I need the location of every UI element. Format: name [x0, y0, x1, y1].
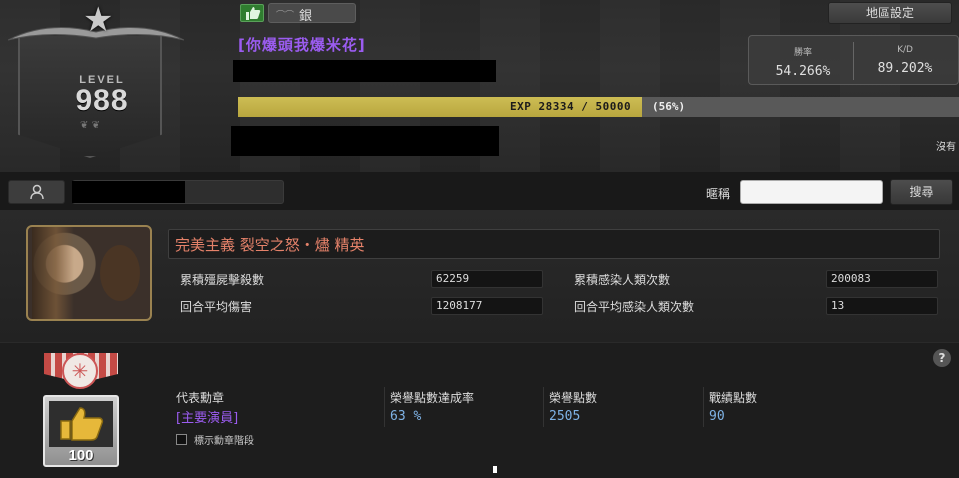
medal-image — [49, 401, 113, 447]
show-medal-stage-checkbox[interactable] — [176, 434, 187, 445]
rank-icon: ⌒⌒ — [276, 11, 295, 21]
medal-section: ✳ 100 ? 代表勳章 [主要演員] 標示勳章階段 榮譽點數達成率 63 % … — [0, 342, 959, 478]
winrate-label: 勝率 — [793, 48, 812, 58]
thumbs-up-icon — [60, 407, 104, 441]
user-icon — [30, 184, 44, 200]
rank-text: 銀 — [299, 9, 313, 24]
battle-points-label: 戰績點數 — [709, 391, 758, 405]
search-button[interactable]: 搜尋 — [890, 179, 953, 205]
stats-box: 勝率 54.266% K/D 89.202% — [748, 35, 959, 85]
honor-rate-label: 榮譽點數達成率 — [390, 391, 475, 405]
rank-badge: ⌒⌒ 銀 — [268, 3, 356, 24]
stat-value: 62259 — [431, 270, 543, 288]
level-number: 988 — [75, 84, 129, 117]
thumbs-up-icon — [240, 4, 264, 22]
search-row: 暱稱 搜尋 — [0, 172, 959, 210]
nickname-label: 暱稱 — [706, 187, 731, 201]
mode-title-bar: 完美主義 裂空之怒・燼 精英 — [168, 229, 940, 259]
rep-medal-value: [主要演員] — [176, 411, 239, 426]
kd-value: 89.202% — [877, 61, 933, 76]
divider — [853, 42, 854, 80]
help-icon[interactable]: ? — [933, 349, 951, 367]
stat-label: 回合平均傷害 — [180, 300, 253, 314]
winrate-stat: 勝率 54.266% — [753, 36, 853, 86]
divider — [543, 387, 544, 427]
stat-label: 回合平均感染人類次數 — [574, 300, 695, 314]
redacted-block — [231, 126, 499, 156]
exp-percent: (56%) — [652, 100, 686, 113]
medal-number: 100 — [68, 447, 94, 464]
stat-label: 累積感染人類次數 — [574, 273, 671, 287]
ornament-icon: ❦ ❦ — [80, 120, 100, 131]
stat-value: 13 — [826, 297, 938, 315]
honor-points-value: 2505 — [549, 409, 581, 424]
stat-value: 1208177 — [431, 297, 543, 315]
user-button[interactable] — [8, 180, 65, 204]
battle-points-value: 90 — [709, 409, 725, 424]
region-settings-button[interactable]: 地區設定 — [828, 2, 952, 24]
mode-title: 完美主義 裂空之怒・燼 精英 — [175, 236, 365, 254]
kd-label: K/D — [897, 45, 913, 55]
divider — [703, 387, 704, 427]
checkbox-label: 標示勳章階段 — [194, 436, 254, 447]
portrait-zombie — [100, 245, 140, 301]
kd-stat: K/D 89.202% — [855, 36, 955, 86]
stat-value: 200083 — [826, 270, 938, 288]
exp-text: EXP 28334 / 50000 — [510, 100, 632, 113]
divider — [384, 387, 385, 427]
winrate-value: 54.266% — [775, 64, 831, 79]
medal-star-icon: ✳ — [62, 353, 98, 389]
star-icon: ★ — [83, 0, 114, 40]
rep-medal-label: 代表勳章 — [176, 391, 225, 405]
redacted-block — [233, 60, 496, 82]
stat-label: 累積殭屍擊殺數 — [180, 273, 265, 287]
truncated-text: 沒有 — [936, 142, 956, 153]
portrait-hair — [32, 227, 92, 319]
mode-stats-section: 完美主義 裂空之怒・燼 精英 累積殭屍擊殺數 62259 累積感染人類次數 20… — [0, 210, 959, 342]
exp-bar: EXP 28334 / 50000 (56%) — [238, 97, 959, 117]
mode-portrait — [26, 225, 152, 321]
honor-points-label: 榮譽點數 — [549, 391, 598, 405]
medal-plaque: 100 — [43, 395, 119, 467]
honor-rate-value: 63 % — [390, 409, 422, 424]
redacted-block — [72, 181, 185, 203]
text-cursor — [493, 466, 497, 473]
player-nickname: [你爆頭我爆米花] — [238, 36, 366, 54]
nickname-input[interactable] — [740, 180, 883, 204]
